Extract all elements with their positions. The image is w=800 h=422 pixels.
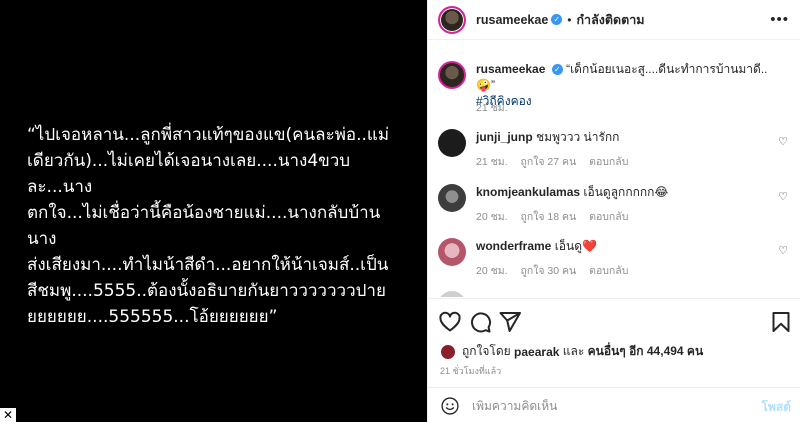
- reply-button[interactable]: ตอบกลับ: [589, 211, 628, 223]
- liker-username[interactable]: paearak: [514, 345, 559, 359]
- comment-body: wonderframe เอ็นดู❤️: [476, 238, 776, 254]
- likes-prefix: ถูกใจโดย: [462, 344, 511, 358]
- comment-username[interactable]: knomjeankulamas: [476, 185, 580, 199]
- post-comment-button[interactable]: โพสต์: [762, 398, 791, 417]
- post-header: rusameekae ✓ • กำลังติดตาม •••: [428, 0, 800, 40]
- comment-meta: 20 ชม. ถูกใจ 18 คน ตอบกลับ: [476, 208, 638, 225]
- comment-meta: 20 ชม. ถูกใจ 30 คน ตอบกลับ: [476, 262, 638, 279]
- heart-icon[interactable]: ♡: [778, 190, 788, 203]
- comments-list[interactable]: rusameekae ✓ “เด็กน้อยเนอะสู....ดีนะทำกา…: [428, 41, 800, 297]
- share-plane-icon[interactable]: [498, 310, 522, 334]
- comment-body: junji_junp ชมพูววว น่ารักก: [476, 129, 776, 145]
- comment-avatar[interactable]: [438, 238, 466, 266]
- caption-body: rusameekae ✓ “เด็กน้อยเนอะสู....ดีนะทำกา…: [476, 61, 776, 109]
- comment-body: knomjeankulamas เอ็นดูลูกกกกก😂: [476, 184, 776, 200]
- post-timestamp[interactable]: 21 ชั่วโมงที่แล้ว: [440, 364, 501, 378]
- like-heart-icon[interactable]: [438, 310, 462, 334]
- emoji-icon[interactable]: [440, 396, 460, 416]
- comment-avatar[interactable]: [438, 129, 466, 157]
- post-side-panel: rusameekae ✓ • กำลังติดตาม ••• rusameeka…: [427, 0, 800, 422]
- more-options-icon[interactable]: •••: [770, 11, 789, 28]
- post-actions: ถูกใจโดย paearak และ คนอื่นๆ อีก 44,494 …: [428, 298, 800, 422]
- comment-meta: 21 ชม. ถูกใจ 27 คน ตอบกลับ: [476, 153, 638, 170]
- comment-text: เอ็นดู❤️: [554, 239, 597, 253]
- author-username[interactable]: rusameekae: [476, 13, 548, 27]
- comment-avatar[interactable]: [438, 184, 466, 212]
- verified-badge-icon: ✓: [551, 64, 563, 76]
- comment-text: เอ็นดูลูกกกกก😂: [583, 185, 669, 199]
- comment-likes[interactable]: ถูกใจ 18 คน: [520, 211, 576, 223]
- media-text: “ไปเจอหลาน...ลูกพี่สาวแท้ๆของแข(คนละพ่อ.…: [27, 125, 390, 327]
- likes-summary: ถูกใจโดย paearak และ คนอื่นๆ อีก 44,494 …: [440, 342, 703, 361]
- bookmark-icon[interactable]: [769, 310, 793, 334]
- likes-middle: และ: [562, 344, 585, 358]
- comment-input[interactable]: [472, 398, 712, 413]
- heart-icon[interactable]: ♡: [778, 244, 788, 257]
- comment-username[interactable]: wonderframe: [476, 239, 551, 253]
- caption-username[interactable]: rusameekae: [476, 62, 545, 76]
- following-button[interactable]: กำลังติดตาม: [576, 10, 644, 30]
- liker-avatar[interactable]: [440, 343, 456, 360]
- comment-time[interactable]: 21 ชม.: [476, 156, 508, 168]
- comment-avatar[interactable]: [438, 291, 466, 297]
- close-icon[interactable]: ✕: [0, 408, 16, 422]
- comment-bubble-icon[interactable]: [468, 310, 492, 334]
- comment-likes[interactable]: ถูกใจ 27 คน: [520, 156, 576, 168]
- heart-icon[interactable]: ♡: [778, 135, 788, 148]
- comment-time[interactable]: 20 ชม.: [476, 265, 508, 277]
- reply-button[interactable]: ตอบกลับ: [589, 156, 628, 168]
- post-media: “ไปเจอหลาน...ลูกพี่สาวแท้ๆของแข(คนละพ่อ.…: [0, 0, 427, 422]
- author-avatar[interactable]: [438, 5, 466, 34]
- verified-badge-icon: ✓: [551, 14, 563, 25]
- comment-likes[interactable]: ถูกใจ 30 คน: [520, 265, 576, 277]
- caption-meta: 21 ชม.: [476, 99, 518, 116]
- likes-others-link[interactable]: คนอื่นๆ อีก 44,494 คน: [588, 342, 704, 361]
- comment-username[interactable]: junji_junp: [476, 130, 533, 144]
- caption-avatar[interactable]: [438, 61, 466, 89]
- add-comment-bar: โพสต์: [428, 387, 800, 422]
- reply-button[interactable]: ตอบกลับ: [589, 265, 628, 277]
- comment-text: ชมพูววว น่ารักก: [536, 130, 620, 144]
- action-icons: [438, 310, 793, 334]
- separator-dot: •: [567, 12, 572, 27]
- comment-time[interactable]: 20 ชม.: [476, 211, 508, 223]
- caption-time[interactable]: 21 ชม.: [476, 102, 508, 114]
